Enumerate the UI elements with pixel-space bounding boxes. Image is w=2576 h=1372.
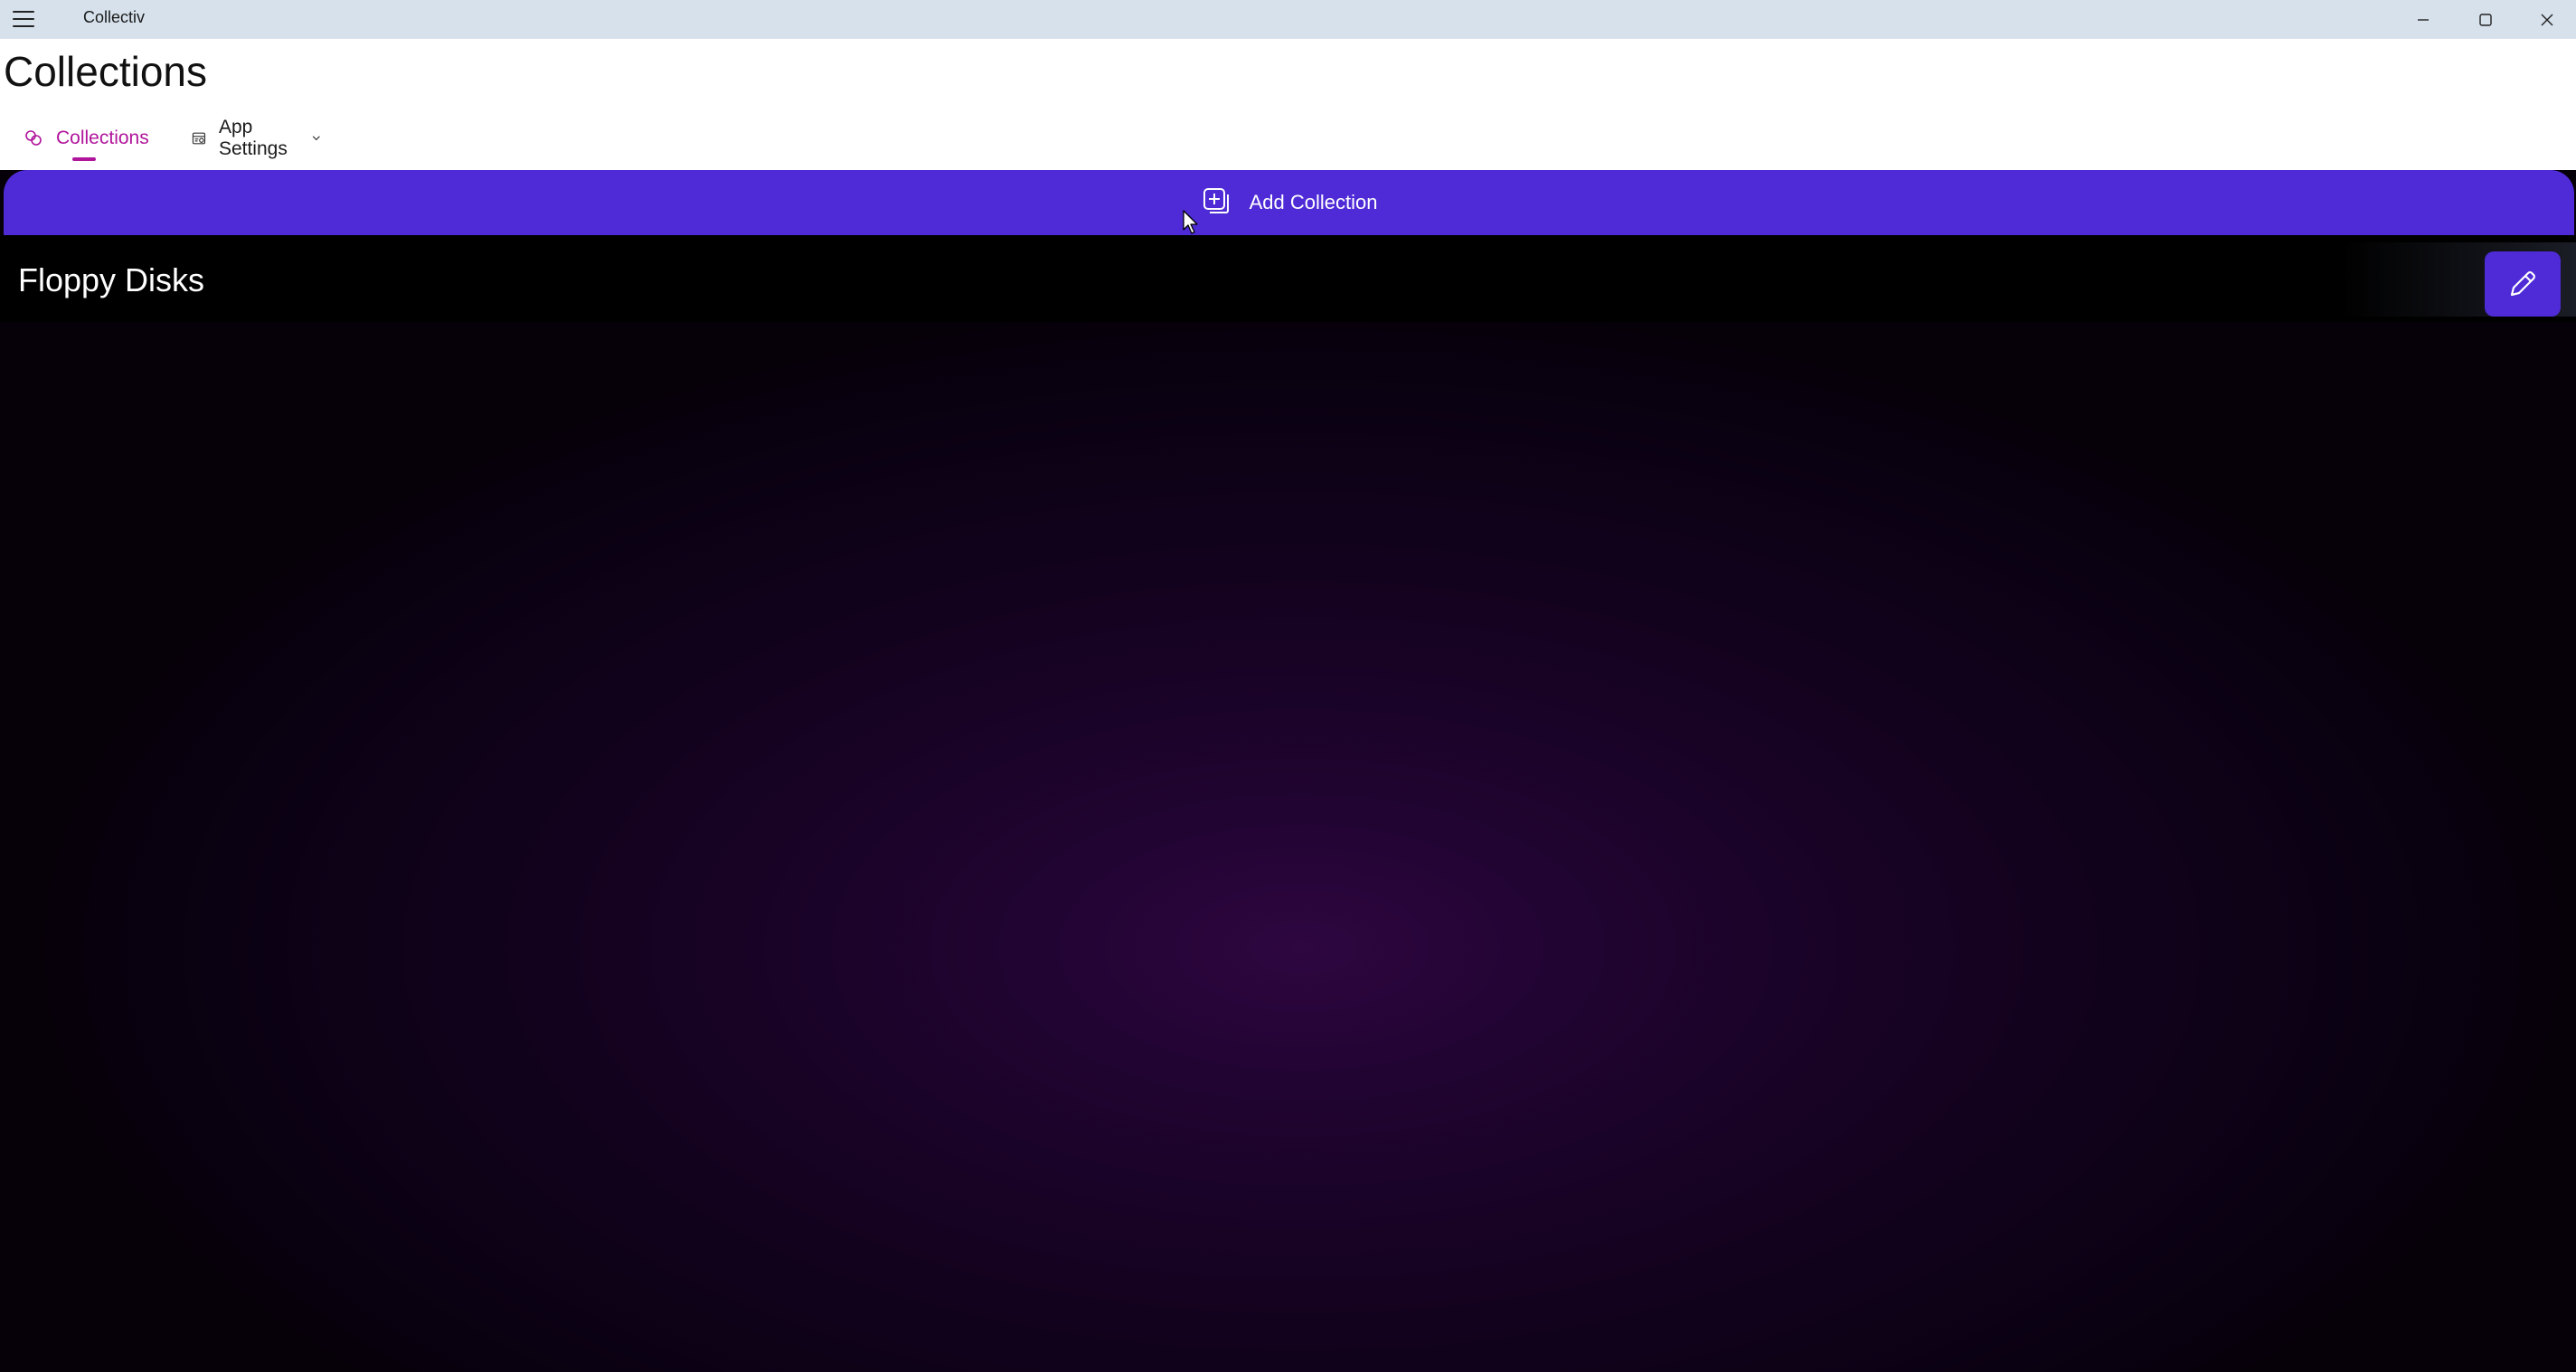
close-button[interactable] [2516, 0, 2576, 39]
title-bar: Collectiv [0, 0, 2576, 39]
tab-selected-indicator [72, 157, 96, 161]
add-collection-button[interactable]: Add Collection [4, 170, 2574, 235]
hamburger-icon[interactable] [13, 9, 34, 29]
minimize-button[interactable] [2392, 0, 2454, 39]
mouse-cursor-icon [1183, 210, 1198, 234]
chevron-down-icon[interactable] [311, 131, 322, 146]
edit-collection-button[interactable] [2485, 251, 2561, 317]
close-icon [2541, 14, 2553, 25]
app-title: Collectiv [83, 8, 146, 26]
collection-name: Floppy Disks [18, 261, 205, 298]
add-collection-label: Add Collection [1249, 191, 1378, 213]
tab-collections-label: Collections [56, 128, 149, 148]
collections-icon [25, 130, 42, 146]
settings-icon [192, 132, 206, 145]
collection-item[interactable]: Floppy Disks [0, 235, 2576, 322]
collections-content-area [0, 170, 2576, 1372]
maximize-icon [2479, 13, 2492, 26]
pencil-icon [2510, 271, 2535, 297]
add-square-icon [1203, 188, 1229, 213]
tab-app-settings-label: App Settings [218, 117, 288, 159]
maximize-button[interactable] [2455, 0, 2516, 39]
page-title: Collections [4, 48, 207, 95]
tab-app-settings[interactable]: App Settings [192, 116, 322, 161]
minimize-icon [2418, 18, 2429, 21]
tab-collections[interactable]: Collections [24, 116, 149, 161]
